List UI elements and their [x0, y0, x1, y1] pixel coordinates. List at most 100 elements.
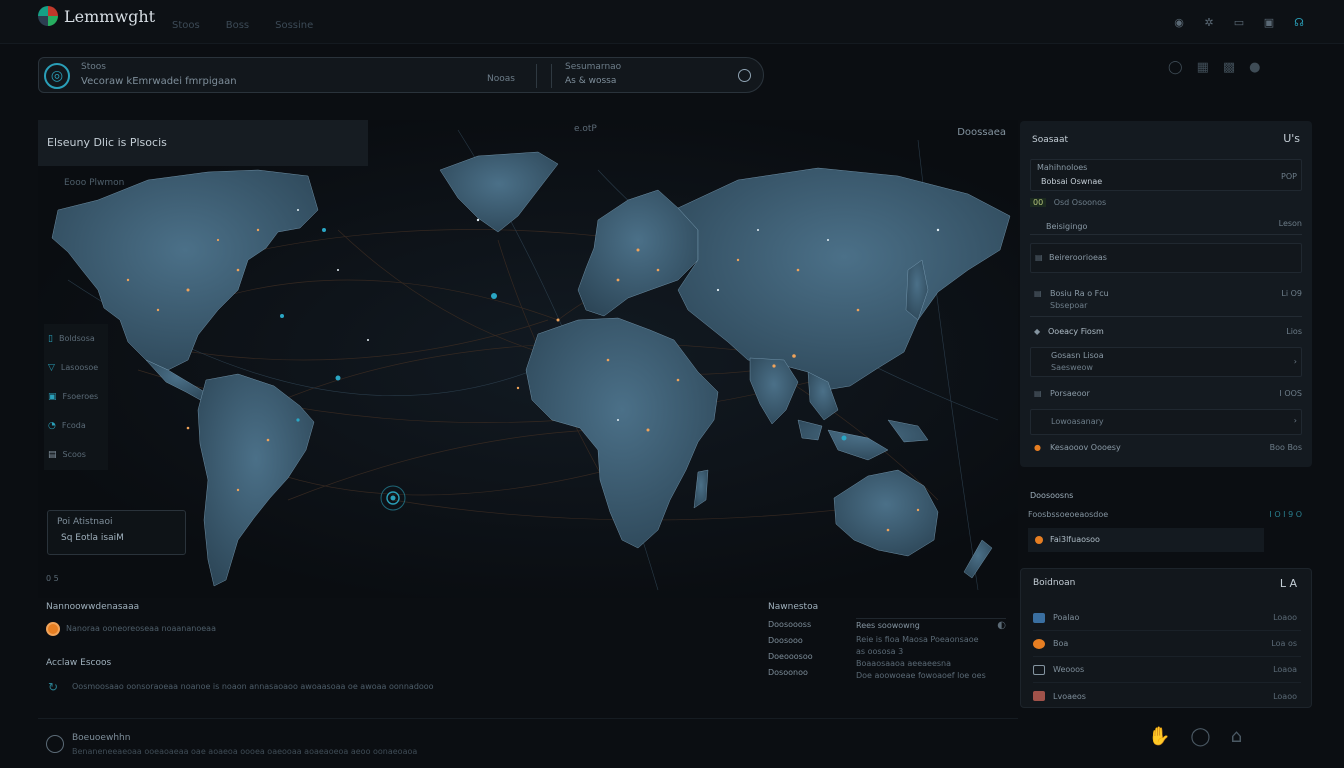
search-icon[interactable]: [738, 69, 751, 82]
network-rows: Doosoooss Doosooo Doeooosoo Dosoonoo: [768, 620, 813, 684]
circle-icon[interactable]: ◯: [1190, 726, 1210, 747]
legend-item[interactable]: ◔ Fcoda: [44, 411, 108, 440]
details-line: Reie is fioa Maosa Poeaonsaoe: [856, 635, 979, 644]
search-subtitle: Vecoraw kEmrwadei fmrpigaan: [81, 76, 237, 87]
details-line: Boaaosaaoa aeeaeesna: [856, 659, 952, 668]
chevron-icon: ›: [1293, 416, 1297, 425]
location-card[interactable]: Poi Atistnaoi Sq Eotla isaiM: [47, 510, 186, 555]
network-row[interactable]: Doosoooss: [768, 620, 813, 636]
monitor-icon[interactable]: ▣: [1262, 16, 1276, 29]
legend-item[interactable]: ▽ Lasoosoe: [44, 353, 108, 382]
list-item[interactable]: ▤ Beireroorioeas: [1030, 243, 1302, 273]
india: [749, 357, 799, 425]
alert-dot-icon[interactable]: [46, 622, 60, 636]
search-filter[interactable]: Nooas: [487, 74, 515, 84]
indonesia: [797, 419, 929, 461]
status-tag-text: Osd Osoonos: [1053, 198, 1107, 207]
doc-icon: ▤: [1034, 389, 1042, 398]
footer-icons: ✋ ◯ ⌂: [1148, 726, 1242, 747]
map-title: Elseuny Dlic is Plsocis: [47, 136, 167, 149]
settings-icon[interactable]: ✲: [1202, 16, 1216, 29]
map-legend: ▯ Boldsosa ▽ Lasoosoe ▣ Fsoeroes ◔ Fcoda…: [44, 324, 108, 470]
feed-item[interactable]: Poalao Loaoo: [1033, 605, 1301, 631]
madagascar: [693, 469, 709, 509]
radar-icon: ◎: [44, 63, 70, 89]
header-icons: ◯ ▦ ▩ ●: [1168, 60, 1261, 75]
devices-row[interactable]: Foosbssoeoeaosdoe: [1028, 510, 1308, 519]
target-marker[interactable]: [380, 485, 406, 511]
nav-item-2[interactable]: Boss: [226, 20, 249, 31]
user-icon: ◔: [48, 420, 56, 431]
list-item[interactable]: ▤ Porsaeoor I OOS: [1030, 387, 1302, 407]
shield-icon: ▽: [48, 362, 55, 373]
chat-icon[interactable]: ▭: [1232, 16, 1246, 29]
list-item[interactable]: ▤ Bosiu Ra o Fcu Sbsepoar Li O9: [1030, 287, 1302, 317]
fire-icon: ●: [1034, 443, 1041, 452]
marker-icon: ◆: [1034, 327, 1041, 336]
feed-heading-icon[interactable]: L A: [1280, 577, 1297, 590]
network-row[interactable]: Doeooosoo: [768, 652, 813, 668]
grid-icon[interactable]: ▦: [1197, 60, 1209, 75]
hand-icon[interactable]: ✋: [1148, 726, 1170, 747]
map-title-box: Elseuny Dlic is Plsocis: [38, 120, 368, 166]
device-item[interactable]: Fai3lfuaosoo: [1028, 528, 1264, 552]
logo-icon: [38, 6, 58, 26]
status-block[interactable]: Mahihnoloes Bobsai Oswnae POP: [1030, 159, 1302, 191]
nav-item-3[interactable]: Sossine: [275, 20, 313, 31]
list-item[interactable]: ◆ Ooeacy Fiosm Lios: [1030, 325, 1302, 345]
footer-bar: Boeuoewhhn Benaneneeaeoaa ooeaoaeaa oae …: [38, 718, 1018, 768]
map-top-label[interactable]: Doossaea: [957, 127, 1006, 138]
divider: [551, 64, 552, 88]
feed-item[interactable]: Weooos Loaoa: [1033, 657, 1301, 683]
nav-item-1[interactable]: Stoos: [172, 20, 200, 31]
toggle-icon[interactable]: ◐: [997, 620, 1006, 631]
monitor-icon: ▣: [48, 391, 57, 402]
devices-heading: Doosoosns: [1030, 491, 1074, 500]
book-icon: ▯: [48, 333, 53, 344]
app-logo[interactable]: Lemmwght: [38, 6, 155, 26]
network-heading: Nawnestoa: [768, 602, 819, 612]
details-heading: Rees soowowng: [856, 621, 920, 630]
location-value: Sq Eotla isaiM: [61, 533, 124, 543]
profile-icon[interactable]: ●: [1249, 60, 1260, 75]
actions-line: Oosmoosaao oonsoraoeaa noanoe is noaon a…: [72, 682, 434, 691]
status-heading: Soasaat: [1032, 135, 1068, 145]
network-details: Rees soowowng Reie is fioa Maosa Poeaons…: [856, 618, 1006, 683]
section-row[interactable]: Beisigingo Leson: [1030, 219, 1302, 235]
flag-icon: ▤: [48, 449, 57, 460]
globe-icon[interactable]: [46, 735, 64, 753]
activity-section: Nannoowwdenasaaa Nanoraa ooneoreoseaa no…: [38, 598, 758, 716]
heading-icon[interactable]: U's: [1283, 132, 1300, 145]
activity-line: Nanoraa ooneoreoseaa noaananoeaa: [66, 624, 216, 633]
map-sub-label: Eooo Plwmon: [64, 178, 125, 188]
network-row[interactable]: Doosooo: [768, 636, 813, 652]
activity-heading: Nannoowwdenasaaa: [46, 602, 140, 612]
network-row[interactable]: Dosoonoo: [768, 668, 813, 684]
map-footer: 0 5: [46, 574, 59, 583]
list-item[interactable]: Gosasn Lisoa Saesweow ›: [1030, 347, 1302, 377]
list-item[interactable]: Lowoasanary ›: [1030, 409, 1302, 435]
central-america: [145, 359, 209, 403]
world-map-panel: Elseuny Dlic is Plsocis e.otP Doossaea E…: [38, 120, 1018, 598]
cloud-icon[interactable]: ◯: [1168, 60, 1183, 75]
feed-item[interactable]: Lvoaeos Loaoo: [1033, 683, 1301, 709]
chevron-icon: ›: [1293, 357, 1297, 366]
search-title: Stoos: [81, 62, 106, 72]
search-bar[interactable]: ◎ Stoos Vecoraw kEmrwadei fmrpigaan Nooa…: [38, 57, 764, 93]
legend-item[interactable]: ▯ Boldsosa: [44, 324, 108, 353]
location-title: Poi Atistnaoi: [57, 517, 113, 527]
top-bar: Lemmwght Stoos Boss Sossine ◉ ✲ ▭ ▣ ☊: [0, 0, 1344, 44]
search-right-title: Sesumarnao: [565, 62, 622, 72]
feed-item[interactable]: Boa Loa os: [1033, 631, 1301, 657]
refresh-icon[interactable]: ↻: [48, 680, 58, 694]
image-icon[interactable]: ▩: [1223, 60, 1235, 75]
location-icon[interactable]: ◉: [1172, 16, 1186, 29]
legend-item[interactable]: ▣ Fsoeroes: [44, 382, 108, 411]
door-icon[interactable]: ⌂: [1231, 726, 1242, 747]
actions-heading: Acclaw Escoos: [46, 658, 112, 668]
legend-item[interactable]: ▤ Scoos: [44, 440, 108, 469]
user-icon[interactable]: ☊: [1292, 16, 1306, 29]
list-item[interactable]: ● Kesaooov Oooesy Boo Bos: [1030, 441, 1302, 461]
doc-icon: ▤: [1035, 253, 1043, 262]
devices-panel: Doosoosns Foosbssoeoeaosdoe I O I 9 O Fa…: [1020, 486, 1312, 556]
